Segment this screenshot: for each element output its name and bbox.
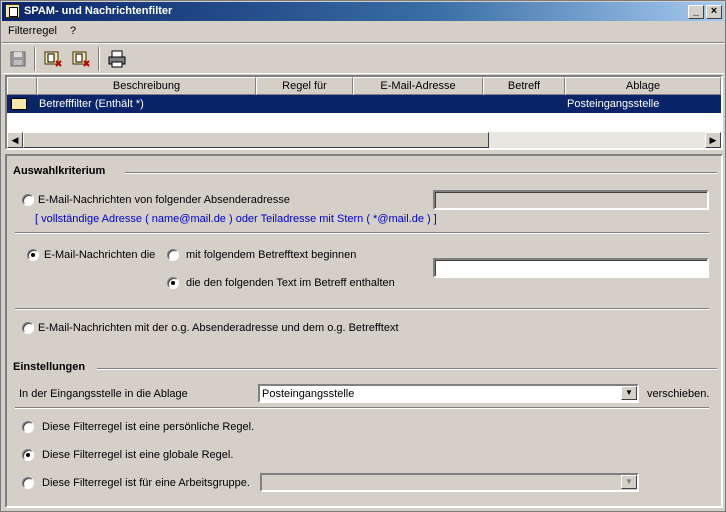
cell-ablage: Posteingangsstelle [567,98,660,110]
table-row[interactable]: Betrefffilter (Enthält *) Posteingangsst… [7,95,721,113]
menu-help[interactable]: ? [70,25,76,37]
ablage-select-value: Posteingangsstelle [262,388,355,400]
label-subject: E-Mail-Nachrichten die [44,249,156,261]
section-einstellungen: Einstellungen [13,361,86,373]
rule-details-panel: Auswahlkriterium E-Mail-Nachrichten von … [5,154,723,508]
delete-rule-icon[interactable] [70,48,92,70]
rule-icon [11,98,27,110]
new-rule-icon[interactable] [42,48,64,70]
app-icon [5,4,20,18]
column-header-ablage[interactable]: Ablage [565,77,721,95]
scroll-thumb[interactable] [23,132,489,148]
horizontal-scrollbar[interactable]: ◀ ▶ [7,132,721,148]
label-subject-begins: mit folgendem Betrefftext beginnen [186,249,357,261]
title-bar: SPAM- und Nachrichtenfilter _ × [2,2,724,21]
table-header: Beschreibung Regel für E-Mail-Adresse Be… [7,77,721,95]
label-move: In der Eingangsstelle in die Ablage [19,388,188,400]
radio-subject[interactable] [27,249,39,261]
chevron-down-icon[interactable]: ▼ [621,386,637,400]
label-both: E-Mail-Nachrichten mit der o.g. Absender… [38,322,399,334]
radio-personal-rule[interactable] [22,421,34,433]
radio-group-rule[interactable] [22,477,34,489]
column-header-regel[interactable]: Regel für [256,77,353,95]
column-header-email[interactable]: E-Mail-Adresse [353,77,483,95]
sender-hint: [ vollständige Adresse ( name@mail.de ) … [35,213,437,225]
print-icon[interactable] [106,48,128,70]
radio-global-rule[interactable] [22,449,34,461]
subject-text-field[interactable] [433,258,709,278]
radio-sender[interactable] [22,194,34,206]
label-sender: E-Mail-Nachrichten von folgender Absende… [38,194,290,206]
ablage-select[interactable]: Posteingangsstelle ▼ [258,384,639,403]
cell-beschreibung: Betrefffilter (Enthält *) [39,98,144,110]
scroll-left-icon[interactable]: ◀ [7,132,23,148]
close-button[interactable]: × [706,5,722,19]
workgroup-select[interactable]: ▼ [260,473,639,492]
toolbar [2,42,724,74]
label-personal-rule: Diese Filterregel ist eine persönliche R… [42,421,255,433]
window-title: SPAM- und Nachrichtenfilter [24,5,173,17]
filter-window: SPAM- und Nachrichtenfilter _ × Filterre… [0,0,726,512]
radio-both[interactable] [22,322,34,334]
save-icon[interactable] [7,48,29,70]
label-move-suffix: verschieben. [647,388,710,400]
label-group-rule: Diese Filterregel ist für eine Arbeitsgr… [42,477,250,489]
scroll-right-icon[interactable]: ▶ [705,132,721,148]
column-header-icon[interactable] [7,77,37,95]
minimize-button[interactable]: _ [688,5,704,19]
column-header-beschreibung[interactable]: Beschreibung [37,77,256,95]
section-auswahlkriterium: Auswahlkriterium [13,165,106,177]
rules-table: Beschreibung Regel für E-Mail-Adresse Be… [5,75,723,150]
chevron-down-icon[interactable]: ▼ [621,475,637,489]
menu-filterregel[interactable]: Filterregel [8,25,57,37]
radio-subject-contains[interactable] [167,277,179,289]
label-global-rule: Diese Filterregel ist eine globale Regel… [42,449,234,461]
sender-address-field[interactable] [433,190,709,210]
menu-bar: Filterregel ? [2,21,724,40]
label-subject-contains: die den folgenden Text im Betreff enthal… [186,277,395,289]
radio-subject-begins[interactable] [167,249,179,261]
column-header-betreff[interactable]: Betreff [483,77,565,95]
